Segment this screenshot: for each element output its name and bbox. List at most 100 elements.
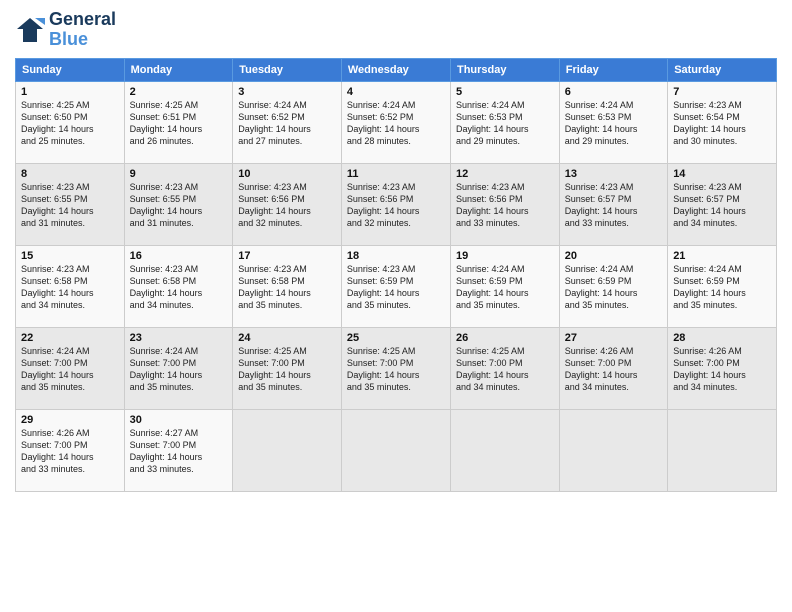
day-header-monday: Monday [124,58,233,81]
day-number: 6 [565,86,662,98]
day-info: Sunrise: 4:24 AMSunset: 7:00 PMDaylight:… [130,345,228,394]
calendar-week-row: 22Sunrise: 4:24 AMSunset: 7:00 PMDayligh… [16,327,777,409]
day-number: 2 [130,86,228,98]
day-number: 24 [238,332,336,344]
logo-line1: General [49,10,116,30]
day-number: 22 [21,332,119,344]
day-info: Sunrise: 4:23 AMSunset: 6:56 PMDaylight:… [456,181,554,230]
day-number: 27 [565,332,662,344]
day-number: 25 [347,332,445,344]
day-number: 21 [673,250,771,262]
day-info: Sunrise: 4:24 AMSunset: 7:00 PMDaylight:… [21,345,119,394]
calendar-cell [668,409,777,491]
calendar-cell: 9Sunrise: 4:23 AMSunset: 6:55 PMDaylight… [124,163,233,245]
day-info: Sunrise: 4:24 AMSunset: 6:52 PMDaylight:… [347,99,445,148]
day-info: Sunrise: 4:24 AMSunset: 6:59 PMDaylight:… [673,263,771,312]
day-header-tuesday: Tuesday [233,58,342,81]
day-info: Sunrise: 4:23 AMSunset: 6:55 PMDaylight:… [21,181,119,230]
calendar-table: SundayMondayTuesdayWednesdayThursdayFrid… [15,58,777,492]
day-number: 30 [130,414,228,426]
calendar-cell: 21Sunrise: 4:24 AMSunset: 6:59 PMDayligh… [668,245,777,327]
calendar-cell: 30Sunrise: 4:27 AMSunset: 7:00 PMDayligh… [124,409,233,491]
day-number: 14 [673,168,771,180]
day-info: Sunrise: 4:23 AMSunset: 6:58 PMDaylight:… [238,263,336,312]
calendar-cell: 19Sunrise: 4:24 AMSunset: 6:59 PMDayligh… [450,245,559,327]
calendar-cell: 3Sunrise: 4:24 AMSunset: 6:52 PMDaylight… [233,81,342,163]
day-info: Sunrise: 4:23 AMSunset: 6:58 PMDaylight:… [21,263,119,312]
day-info: Sunrise: 4:23 AMSunset: 6:54 PMDaylight:… [673,99,771,148]
calendar-cell: 5Sunrise: 4:24 AMSunset: 6:53 PMDaylight… [450,81,559,163]
calendar-week-row: 1Sunrise: 4:25 AMSunset: 6:50 PMDaylight… [16,81,777,163]
day-info: Sunrise: 4:24 AMSunset: 6:52 PMDaylight:… [238,99,336,148]
calendar-cell: 23Sunrise: 4:24 AMSunset: 7:00 PMDayligh… [124,327,233,409]
day-header-wednesday: Wednesday [341,58,450,81]
calendar-week-row: 29Sunrise: 4:26 AMSunset: 7:00 PMDayligh… [16,409,777,491]
calendar-cell: 12Sunrise: 4:23 AMSunset: 6:56 PMDayligh… [450,163,559,245]
page: General Blue SundayMondayTuesdayWednesda… [0,0,792,612]
day-info: Sunrise: 4:23 AMSunset: 6:57 PMDaylight:… [565,181,662,230]
calendar-cell: 2Sunrise: 4:25 AMSunset: 6:51 PMDaylight… [124,81,233,163]
day-info: Sunrise: 4:25 AMSunset: 6:50 PMDaylight:… [21,99,119,148]
day-info: Sunrise: 4:23 AMSunset: 6:58 PMDaylight:… [130,263,228,312]
day-info: Sunrise: 4:24 AMSunset: 6:59 PMDaylight:… [565,263,662,312]
calendar-cell: 6Sunrise: 4:24 AMSunset: 6:53 PMDaylight… [559,81,667,163]
day-info: Sunrise: 4:23 AMSunset: 6:56 PMDaylight:… [238,181,336,230]
day-number: 18 [347,250,445,262]
day-number: 8 [21,168,119,180]
calendar-cell: 22Sunrise: 4:24 AMSunset: 7:00 PMDayligh… [16,327,125,409]
logo: General Blue [15,10,116,50]
calendar-cell: 25Sunrise: 4:25 AMSunset: 7:00 PMDayligh… [341,327,450,409]
calendar-cell: 4Sunrise: 4:24 AMSunset: 6:52 PMDaylight… [341,81,450,163]
day-header-friday: Friday [559,58,667,81]
logo-line2: Blue [49,30,116,50]
calendar-header-row: SundayMondayTuesdayWednesdayThursdayFrid… [16,58,777,81]
day-info: Sunrise: 4:26 AMSunset: 7:00 PMDaylight:… [673,345,771,394]
logo-icon [15,15,45,45]
day-info: Sunrise: 4:24 AMSunset: 6:53 PMDaylight:… [565,99,662,148]
day-number: 7 [673,86,771,98]
calendar-cell [233,409,342,491]
day-number: 16 [130,250,228,262]
calendar-cell [559,409,667,491]
day-number: 4 [347,86,445,98]
day-info: Sunrise: 4:23 AMSunset: 6:56 PMDaylight:… [347,181,445,230]
day-number: 9 [130,168,228,180]
calendar-cell: 13Sunrise: 4:23 AMSunset: 6:57 PMDayligh… [559,163,667,245]
calendar-cell: 17Sunrise: 4:23 AMSunset: 6:58 PMDayligh… [233,245,342,327]
day-number: 3 [238,86,336,98]
day-info: Sunrise: 4:25 AMSunset: 6:51 PMDaylight:… [130,99,228,148]
calendar-cell: 14Sunrise: 4:23 AMSunset: 6:57 PMDayligh… [668,163,777,245]
day-number: 29 [21,414,119,426]
calendar-cell: 18Sunrise: 4:23 AMSunset: 6:59 PMDayligh… [341,245,450,327]
day-header-sunday: Sunday [16,58,125,81]
calendar-cell: 20Sunrise: 4:24 AMSunset: 6:59 PMDayligh… [559,245,667,327]
day-info: Sunrise: 4:25 AMSunset: 7:00 PMDaylight:… [347,345,445,394]
calendar-cell: 29Sunrise: 4:26 AMSunset: 7:00 PMDayligh… [16,409,125,491]
calendar-cell: 28Sunrise: 4:26 AMSunset: 7:00 PMDayligh… [668,327,777,409]
day-number: 13 [565,168,662,180]
day-info: Sunrise: 4:24 AMSunset: 6:53 PMDaylight:… [456,99,554,148]
day-number: 12 [456,168,554,180]
calendar-cell: 26Sunrise: 4:25 AMSunset: 7:00 PMDayligh… [450,327,559,409]
calendar-cell: 10Sunrise: 4:23 AMSunset: 6:56 PMDayligh… [233,163,342,245]
calendar-week-row: 8Sunrise: 4:23 AMSunset: 6:55 PMDaylight… [16,163,777,245]
day-info: Sunrise: 4:24 AMSunset: 6:59 PMDaylight:… [456,263,554,312]
day-info: Sunrise: 4:25 AMSunset: 7:00 PMDaylight:… [238,345,336,394]
calendar-cell: 24Sunrise: 4:25 AMSunset: 7:00 PMDayligh… [233,327,342,409]
logo-text: General Blue [49,10,116,50]
calendar-week-row: 15Sunrise: 4:23 AMSunset: 6:58 PMDayligh… [16,245,777,327]
calendar-cell: 16Sunrise: 4:23 AMSunset: 6:58 PMDayligh… [124,245,233,327]
calendar-cell: 15Sunrise: 4:23 AMSunset: 6:58 PMDayligh… [16,245,125,327]
header: General Blue [15,10,777,50]
day-info: Sunrise: 4:23 AMSunset: 6:59 PMDaylight:… [347,263,445,312]
day-number: 19 [456,250,554,262]
day-number: 15 [21,250,119,262]
day-header-thursday: Thursday [450,58,559,81]
day-info: Sunrise: 4:25 AMSunset: 7:00 PMDaylight:… [456,345,554,394]
calendar-cell [341,409,450,491]
day-number: 5 [456,86,554,98]
day-info: Sunrise: 4:23 AMSunset: 6:55 PMDaylight:… [130,181,228,230]
calendar-cell: 1Sunrise: 4:25 AMSunset: 6:50 PMDaylight… [16,81,125,163]
day-header-saturday: Saturday [668,58,777,81]
day-number: 26 [456,332,554,344]
